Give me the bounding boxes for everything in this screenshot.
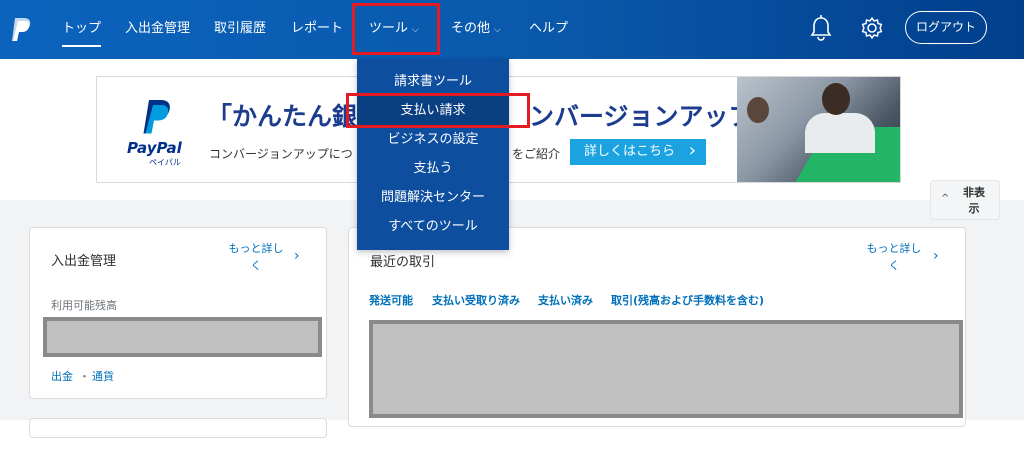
menu-item-resolution-center[interactable]: 問題解決センター — [357, 183, 509, 212]
currency-link[interactable]: 通貨 — [92, 368, 114, 384]
nav-activity-label: 取引履歴 — [214, 21, 267, 36]
bell-icon[interactable] — [808, 13, 834, 43]
logout-button[interactable]: ログアウト — [905, 11, 987, 44]
withdraw-link[interactable]: 出金 — [51, 368, 73, 384]
paypal-logo-icon[interactable] — [11, 17, 33, 43]
redacted-transactions — [369, 320, 963, 418]
available-balance-label: 利用可能残高 — [51, 299, 117, 312]
chevron-down-icon: ⌵ — [412, 25, 419, 35]
tools-dropdown-menu: 請求書ツール 支払い請求 ビジネスの設定 支払う 問題解決センター すべてのツー… — [357, 59, 509, 250]
link-separator: ・ — [79, 370, 90, 383]
chevron-up-icon: ^ — [941, 193, 950, 204]
nav-top[interactable]: トップ — [62, 0, 102, 59]
nav-activity[interactable]: 取引履歴 — [214, 0, 266, 59]
banner-cta-button[interactable]: 詳しくはこちら — [570, 138, 706, 165]
nav-help-label: ヘルプ — [529, 21, 569, 36]
nav-top-label: トップ — [62, 21, 102, 36]
nav-help[interactable]: ヘルプ — [529, 0, 568, 59]
hide-banner-label: 非表示 — [963, 186, 985, 215]
nav-money-management-label: 入出金管理 — [125, 21, 191, 36]
top-nav-bar: トップ 入出金管理 取引履歴 レポート ツール ⌵ その他 ⌵ ヘルプ ログアウト — [0, 0, 1024, 59]
chevron-right-icon[interactable]: › — [294, 248, 300, 264]
nav-more[interactable]: その他 ⌵ — [451, 0, 501, 59]
recent-activity-card: 最近の取引 もっと詳し く › — [348, 227, 966, 427]
tab-ready-to-ship[interactable]: 発送可能 — [369, 292, 413, 308]
hide-banner-button[interactable]: ^ 非表示 — [930, 180, 1000, 220]
menu-item-all-tools[interactable]: すべてのツール — [357, 212, 509, 241]
banner-subtext: コンバージョンアップにつ — [209, 147, 353, 161]
banner-subtext-end: をご紹介 — [512, 147, 561, 161]
gear-icon[interactable] — [859, 13, 885, 43]
chevron-down-icon: ⌵ — [494, 25, 501, 35]
recent-more-link[interactable]: もっと詳し く — [866, 240, 922, 274]
banner-photo — [737, 77, 900, 182]
banner-photo-person-body — [805, 113, 875, 153]
banner-cta-label: 詳しくはこちら — [584, 144, 676, 159]
nav-reports[interactable]: レポート — [291, 0, 343, 59]
balance-card: 入出金管理 もっと詳し く › 利用可能残高 出金 ・ 通貨 — [29, 227, 327, 399]
nav-money-management[interactable]: 入出金管理 — [125, 0, 190, 59]
secondary-card — [29, 418, 327, 438]
nav-reports-label: レポート — [291, 21, 344, 36]
nav-more-label: その他 — [451, 21, 491, 36]
tab-all-transactions[interactable]: 取引(残高および手数料を含む) — [611, 292, 764, 308]
paypal-logo-icon — [143, 100, 170, 134]
balance-more-link[interactable]: もっと詳し く — [228, 240, 284, 274]
menu-item-business-settings[interactable]: ビジネスの設定 — [357, 125, 509, 154]
banner-headline: 「かんたん銀 — [207, 102, 358, 131]
banner-photo-person-head-2 — [747, 97, 769, 123]
recent-activity-title: 最近の取引 — [370, 255, 436, 270]
nav-tools-label: ツール — [369, 21, 409, 36]
banner-photo-person-head — [822, 83, 850, 115]
paypal-wordmark: PayPal — [127, 139, 182, 157]
redacted-balance — [43, 317, 322, 357]
logout-label: ログアウト — [915, 20, 976, 34]
menu-item-invoicing[interactable]: 請求書ツール — [357, 67, 509, 96]
tab-payments-received[interactable]: 支払い受取り済み — [432, 292, 520, 308]
nav-tools[interactable]: ツール ⌵ — [369, 0, 419, 59]
chevron-right-icon[interactable]: › — [933, 248, 939, 264]
balance-card-title: 入出金管理 — [51, 254, 117, 269]
menu-item-pay[interactable]: 支払う — [357, 154, 509, 183]
tab-payments-sent[interactable]: 支払い済み — [538, 292, 593, 308]
menu-item-request-payment[interactable]: 支払い請求 — [357, 96, 509, 125]
paypal-kana: ペイパル — [149, 158, 181, 167]
banner-headline-end: ンバージョンアップ! — [529, 102, 765, 131]
